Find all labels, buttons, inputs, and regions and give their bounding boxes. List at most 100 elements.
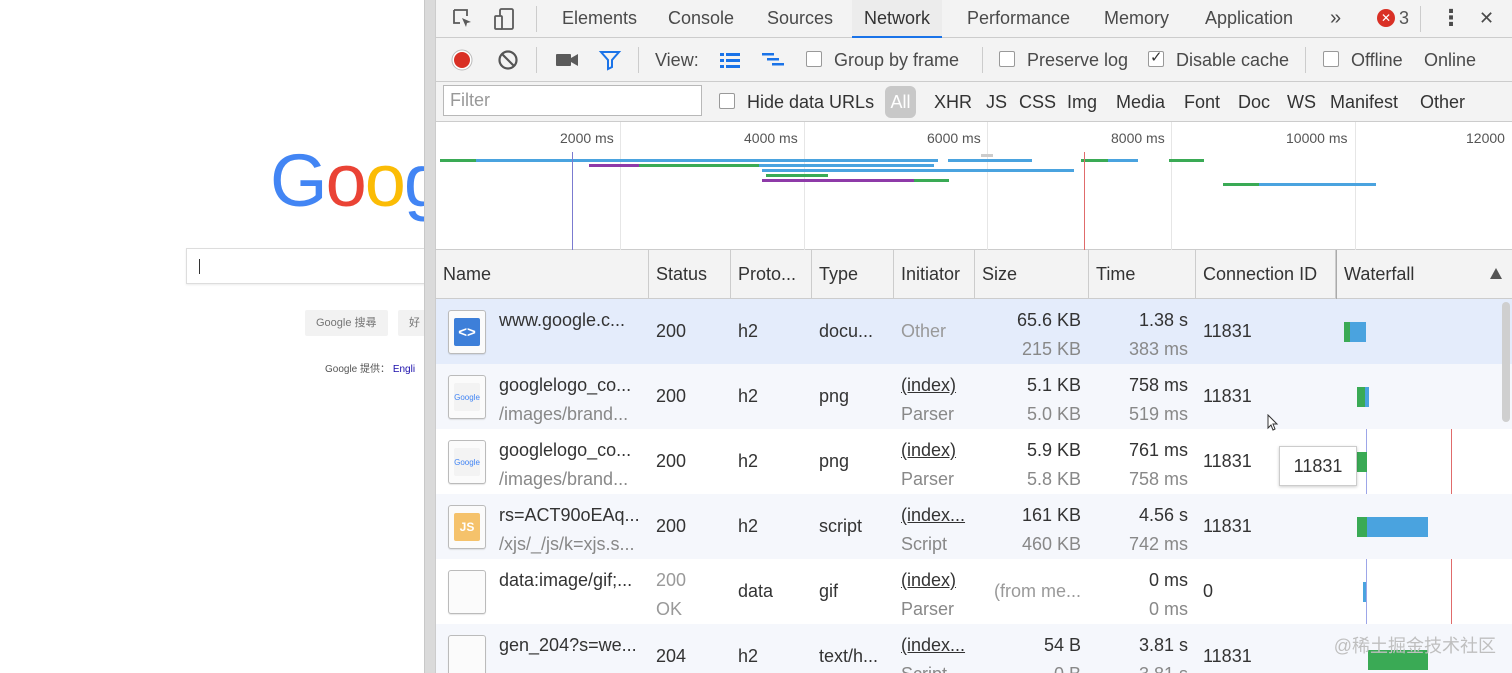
initiator-link[interactable]: (index... (901, 505, 965, 526)
disable-cache-label[interactable]: Disable cache (1176, 38, 1289, 82)
column-size[interactable]: Size (975, 250, 1089, 299)
filter-input[interactable] (443, 85, 702, 116)
image-file-icon: Google (448, 440, 486, 484)
watermark-text: @稀土掘金技术社区 (1333, 636, 1496, 656)
table-row[interactable]: JS rs=ACT90oEAq... /xjs/_/js/k=xjs.s... 2… (436, 494, 1512, 559)
hide-data-urls-checkbox[interactable] (719, 93, 735, 109)
overview-tick: 6000 ms (927, 130, 981, 146)
filter-icon[interactable] (597, 47, 623, 73)
tab-sources[interactable]: Sources (767, 0, 833, 38)
table-scrollbar[interactable] (1502, 302, 1510, 422)
type-filter-other[interactable]: Other (1420, 82, 1465, 122)
column-status[interactable]: Status (649, 250, 731, 299)
tab-application[interactable]: Application (1205, 0, 1293, 38)
tab-network[interactable]: Network (852, 0, 943, 38)
offline-label[interactable]: Offline (1351, 38, 1403, 82)
column-connection-id[interactable]: Connection ID (1196, 250, 1336, 299)
feeling-lucky-button[interactable]: 好 (398, 310, 424, 336)
type-filter-ws[interactable]: WS (1287, 82, 1316, 122)
error-icon[interactable]: ✕ (1377, 9, 1395, 27)
preserve-log-checkbox[interactable] (999, 51, 1015, 67)
more-menu-icon[interactable]: ⋮ (1440, 0, 1462, 38)
google-search-input[interactable] (186, 248, 424, 284)
type-filter-media[interactable]: Media (1116, 82, 1165, 122)
error-count[interactable]: 3 (1399, 0, 1409, 36)
preserve-log-label[interactable]: Preserve log (1027, 38, 1128, 82)
connection-id: 11831 (1203, 646, 1252, 666)
initiator-link[interactable]: (index) (901, 570, 956, 591)
column-initiator[interactable]: Initiator (894, 250, 975, 299)
request-name-cell: gen_204?s=we... (499, 624, 647, 673)
overview-bar (1108, 159, 1138, 162)
size-cell: 5.1 KB 5.0 KB (975, 364, 1089, 429)
initiator-cell: (index... Script (901, 494, 973, 559)
offline-checkbox[interactable] (1323, 51, 1339, 67)
table-row[interactable]: Google googlelogo_co.../images/brand... … (436, 364, 1512, 429)
request-name-cell: data:image/gif;... (499, 559, 647, 624)
initiator-link[interactable]: (index... (901, 635, 965, 656)
record-icon[interactable] (449, 47, 475, 73)
status-code: 200 (656, 516, 687, 536)
language-link[interactable]: Engli (393, 364, 415, 375)
table-row[interactable]: <> www.google.c... 200 h2 docu... Other … (436, 299, 1512, 364)
hide-data-urls-label[interactable]: Hide data URLs (747, 82, 874, 122)
tab-elements[interactable]: Elements (562, 0, 637, 38)
device-toolbar-icon[interactable] (492, 6, 518, 32)
request-path: /xjs/_/js/k=xjs.s... (499, 534, 635, 554)
column-type[interactable]: Type (812, 250, 894, 299)
total-time: 758 ms (1128, 375, 1188, 395)
connection-id-cell: 11831 (1203, 494, 1333, 559)
size-cell: 5.9 KB 5.8 KB (975, 429, 1089, 494)
html-doc-icon: <> (454, 318, 480, 346)
type-filter-img[interactable]: Img (1067, 82, 1097, 122)
resource-type: png (819, 451, 850, 471)
initiator-link[interactable]: (index) (901, 375, 956, 396)
initiator-cell: Other (901, 299, 973, 364)
transfer-size: 5.9 KB (1026, 440, 1081, 460)
protocol-cell: h2 (738, 364, 808, 429)
request-name: www.google.c... (499, 310, 626, 330)
throttling-select[interactable]: Online (1424, 38, 1476, 82)
type-filter-doc[interactable]: Doc (1238, 82, 1270, 122)
clear-icon[interactable] (495, 47, 521, 73)
inspect-element-icon[interactable] (450, 6, 476, 32)
screenshot-camera-icon[interactable] (554, 47, 580, 73)
column-protocol[interactable]: Proto... (731, 250, 812, 299)
column-waterfall[interactable]: Waterfall (1336, 250, 1512, 299)
connection-id-cell: 0 (1203, 559, 1333, 624)
sort-ascending-icon[interactable] (1490, 268, 1502, 279)
tab-performance[interactable]: Performance (967, 0, 1070, 38)
more-tabs-icon[interactable]: » (1330, 0, 1341, 38)
dom-content-loaded-marker (572, 152, 573, 250)
overview-tick: 4000 ms (744, 130, 798, 146)
latency: 519 ms (1128, 404, 1188, 424)
separator (982, 47, 983, 73)
devtools-splitter[interactable] (424, 0, 436, 673)
initiator-type: Script (901, 534, 948, 554)
close-icon[interactable]: ✕ (1479, 0, 1494, 38)
protocol: h2 (738, 451, 759, 471)
column-time[interactable]: Time (1089, 250, 1196, 299)
type-filter-xhr[interactable]: XHR (934, 82, 972, 122)
table-row[interactable]: data:image/gif;... 200 OK data gif (index… (436, 559, 1512, 624)
google-search-button[interactable]: Google 搜尋 (305, 310, 388, 336)
tab-memory[interactable]: Memory (1104, 0, 1169, 38)
group-by-frame-checkbox[interactable] (806, 51, 822, 67)
google-logo: Goog (270, 138, 424, 223)
large-rows-icon[interactable] (717, 47, 743, 73)
disable-cache-checkbox[interactable] (1148, 48, 1164, 67)
type-filter-js[interactable]: JS (986, 82, 1007, 122)
type-filter-all[interactable]: All (885, 86, 916, 118)
type-filter-font[interactable]: Font (1184, 82, 1220, 122)
protocol: data (738, 581, 774, 601)
timeline-overview[interactable]: 2000 ms 4000 ms 6000 ms 8000 ms 10000 ms… (436, 122, 1512, 250)
tab-console[interactable]: Console (668, 0, 734, 38)
group-by-frame-label[interactable]: Group by frame (834, 38, 959, 82)
initiator-link[interactable]: (index) (901, 440, 956, 461)
column-name[interactable]: Name (436, 250, 649, 299)
total-time: 4.56 s (1138, 505, 1188, 525)
type-filter-manifest[interactable]: Manifest (1330, 82, 1398, 122)
waterfall-overview-icon[interactable] (760, 47, 786, 73)
type-filter-css[interactable]: CSS (1019, 82, 1056, 122)
requests-table-body: <> www.google.c... 200 h2 docu... Other … (436, 299, 1512, 673)
